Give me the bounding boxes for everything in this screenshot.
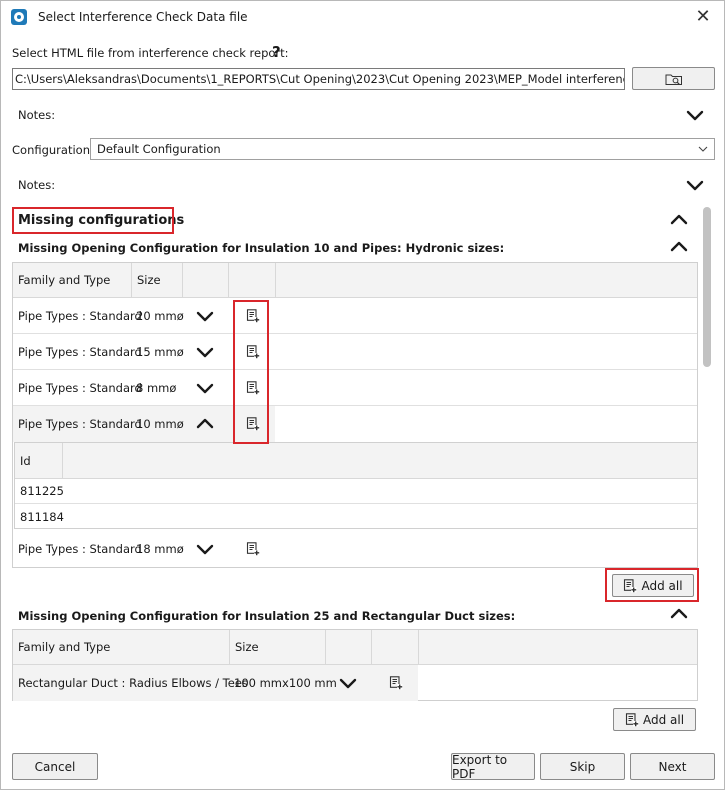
title-bar: Select Interference Check Data file ✕ — [1, 1, 724, 33]
table-row[interactable]: Rectangular Duct : Radius Elbows / Tees … — [13, 665, 418, 701]
help-icon[interactable]: ? — [272, 43, 281, 61]
row-size: 20 mmø — [136, 308, 184, 323]
notes-label-2: Notes: — [18, 178, 56, 192]
notes-expand-chevron-down-icon[interactable] — [684, 107, 706, 123]
row-size: 10 mmø — [136, 417, 184, 431]
notes2-expand-chevron-down-icon[interactable] — [684, 177, 706, 193]
add-configuration-icon[interactable] — [246, 381, 260, 395]
column-header-size[interactable]: Size — [132, 263, 182, 297]
next-button[interactable]: Next — [630, 753, 715, 780]
add-all-button[interactable]: Add all — [612, 574, 694, 597]
detail-id: 811225 — [20, 484, 64, 498]
folder-search-icon — [665, 74, 682, 85]
detail-header-row: Id — [15, 443, 697, 479]
row-expand-chevron-down-icon[interactable] — [194, 344, 216, 360]
row-family: Rectangular Duct : Radius Elbows / Tees — [18, 676, 248, 690]
detail-id-table: Id 811225 811184 — [14, 442, 698, 529]
row-family: Pipe Types : Standard — [18, 542, 142, 556]
add-all-label: Add all — [642, 712, 685, 727]
table-row[interactable]: Pipe Types : Standard 20 mmø — [13, 298, 697, 334]
section1-collapse-chevron-up-icon[interactable] — [668, 239, 690, 255]
app-logo-icon — [11, 9, 27, 25]
file-label: Select HTML file from interference check… — [12, 46, 289, 60]
add-configuration-icon[interactable] — [246, 309, 260, 323]
detail-id: 811184 — [20, 509, 64, 524]
table-row-selected[interactable]: Pipe Types : Standard 10 mmø — [13, 406, 275, 442]
file-path-input[interactable]: C:\Users\Aleksandras\Documents\1_REPORTS… — [12, 68, 625, 90]
cancel-button[interactable]: Cancel — [12, 753, 98, 780]
row-size: 100 mmx100 mm — [234, 676, 337, 690]
row-family: Pipe Types : Standard — [18, 308, 142, 323]
table-row[interactable]: Pipe Types : Standard 15 mmø — [13, 334, 697, 370]
detail-row[interactable]: 811225 — [15, 479, 697, 504]
add-configuration-icon[interactable] — [246, 417, 260, 431]
column-header-id[interactable]: Id — [15, 443, 62, 478]
add-configuration-icon[interactable] — [246, 542, 260, 556]
window-title: Select Interference Check Data file — [38, 10, 248, 24]
configuration-select[interactable]: Default Configuration — [90, 138, 715, 160]
row-family: Pipe Types : Standard — [18, 417, 142, 431]
row-family: Pipe Types : Standard — [18, 380, 142, 395]
row-size: 15 mmø — [136, 344, 184, 359]
row-expand-chevron-down-icon[interactable] — [194, 380, 216, 396]
row-expand-chevron-down-icon[interactable] — [194, 308, 216, 324]
dialog-window: Select Interference Check Data file ✕ Se… — [0, 0, 725, 790]
notes-label: Notes: — [18, 108, 56, 122]
close-icon[interactable]: ✕ — [691, 5, 715, 29]
section1-table: Family and Type Size Pipe Types : Standa… — [12, 262, 698, 568]
vertical-scrollbar[interactable] — [701, 205, 713, 743]
row-expand-chevron-down-icon[interactable] — [194, 541, 216, 557]
row-collapse-chevron-up-icon[interactable] — [194, 416, 216, 432]
detail-row[interactable]: 811184 — [15, 504, 697, 529]
export-pdf-button[interactable]: Export to PDF — [451, 753, 535, 781]
table-header-row: Family and Type Size — [13, 630, 697, 665]
table-header-row: Family and Type Size — [13, 263, 697, 298]
browse-button[interactable] — [632, 67, 715, 90]
column-header-family[interactable]: Family and Type — [13, 263, 131, 297]
missing-collapse-chevron-up-icon[interactable] — [668, 212, 690, 228]
column-header-size[interactable]: Size — [230, 630, 325, 664]
table-row[interactable]: Pipe Types : Standard 8 mmø — [13, 370, 697, 406]
row-family: Pipe Types : Standard — [18, 344, 142, 359]
column-header-family[interactable]: Family and Type — [13, 630, 229, 664]
skip-button[interactable]: Skip — [540, 753, 625, 780]
section2-table: Family and Type Size Rectangular Duct : … — [12, 629, 698, 701]
row-expand-chevron-down-icon[interactable] — [337, 675, 359, 691]
add-configuration-icon[interactable] — [389, 676, 403, 690]
section1-title: Missing Opening Configuration for Insula… — [18, 241, 505, 255]
configuration-selected-value: Default Configuration — [97, 142, 221, 156]
add-all-button-2[interactable]: Add all — [613, 708, 696, 731]
add-all-doc-icon — [625, 713, 639, 727]
configuration-label: Configuration — [12, 143, 90, 157]
table-row[interactable]: Pipe Types : Standard 18 mmø — [13, 531, 697, 567]
section2-collapse-chevron-up-icon[interactable] — [668, 606, 690, 622]
scrollbar-thumb[interactable] — [703, 207, 711, 367]
missing-configurations-heading: Missing configurations — [18, 213, 185, 228]
row-size: 18 mmø — [136, 542, 184, 556]
dropdown-chevron-icon — [698, 146, 708, 152]
section2-title: Missing Opening Configuration for Insula… — [18, 609, 516, 623]
add-configuration-icon[interactable] — [246, 345, 260, 359]
add-all-label: Add all — [641, 578, 683, 593]
add-all-doc-icon — [623, 579, 637, 593]
row-size: 8 mmø — [136, 380, 177, 395]
